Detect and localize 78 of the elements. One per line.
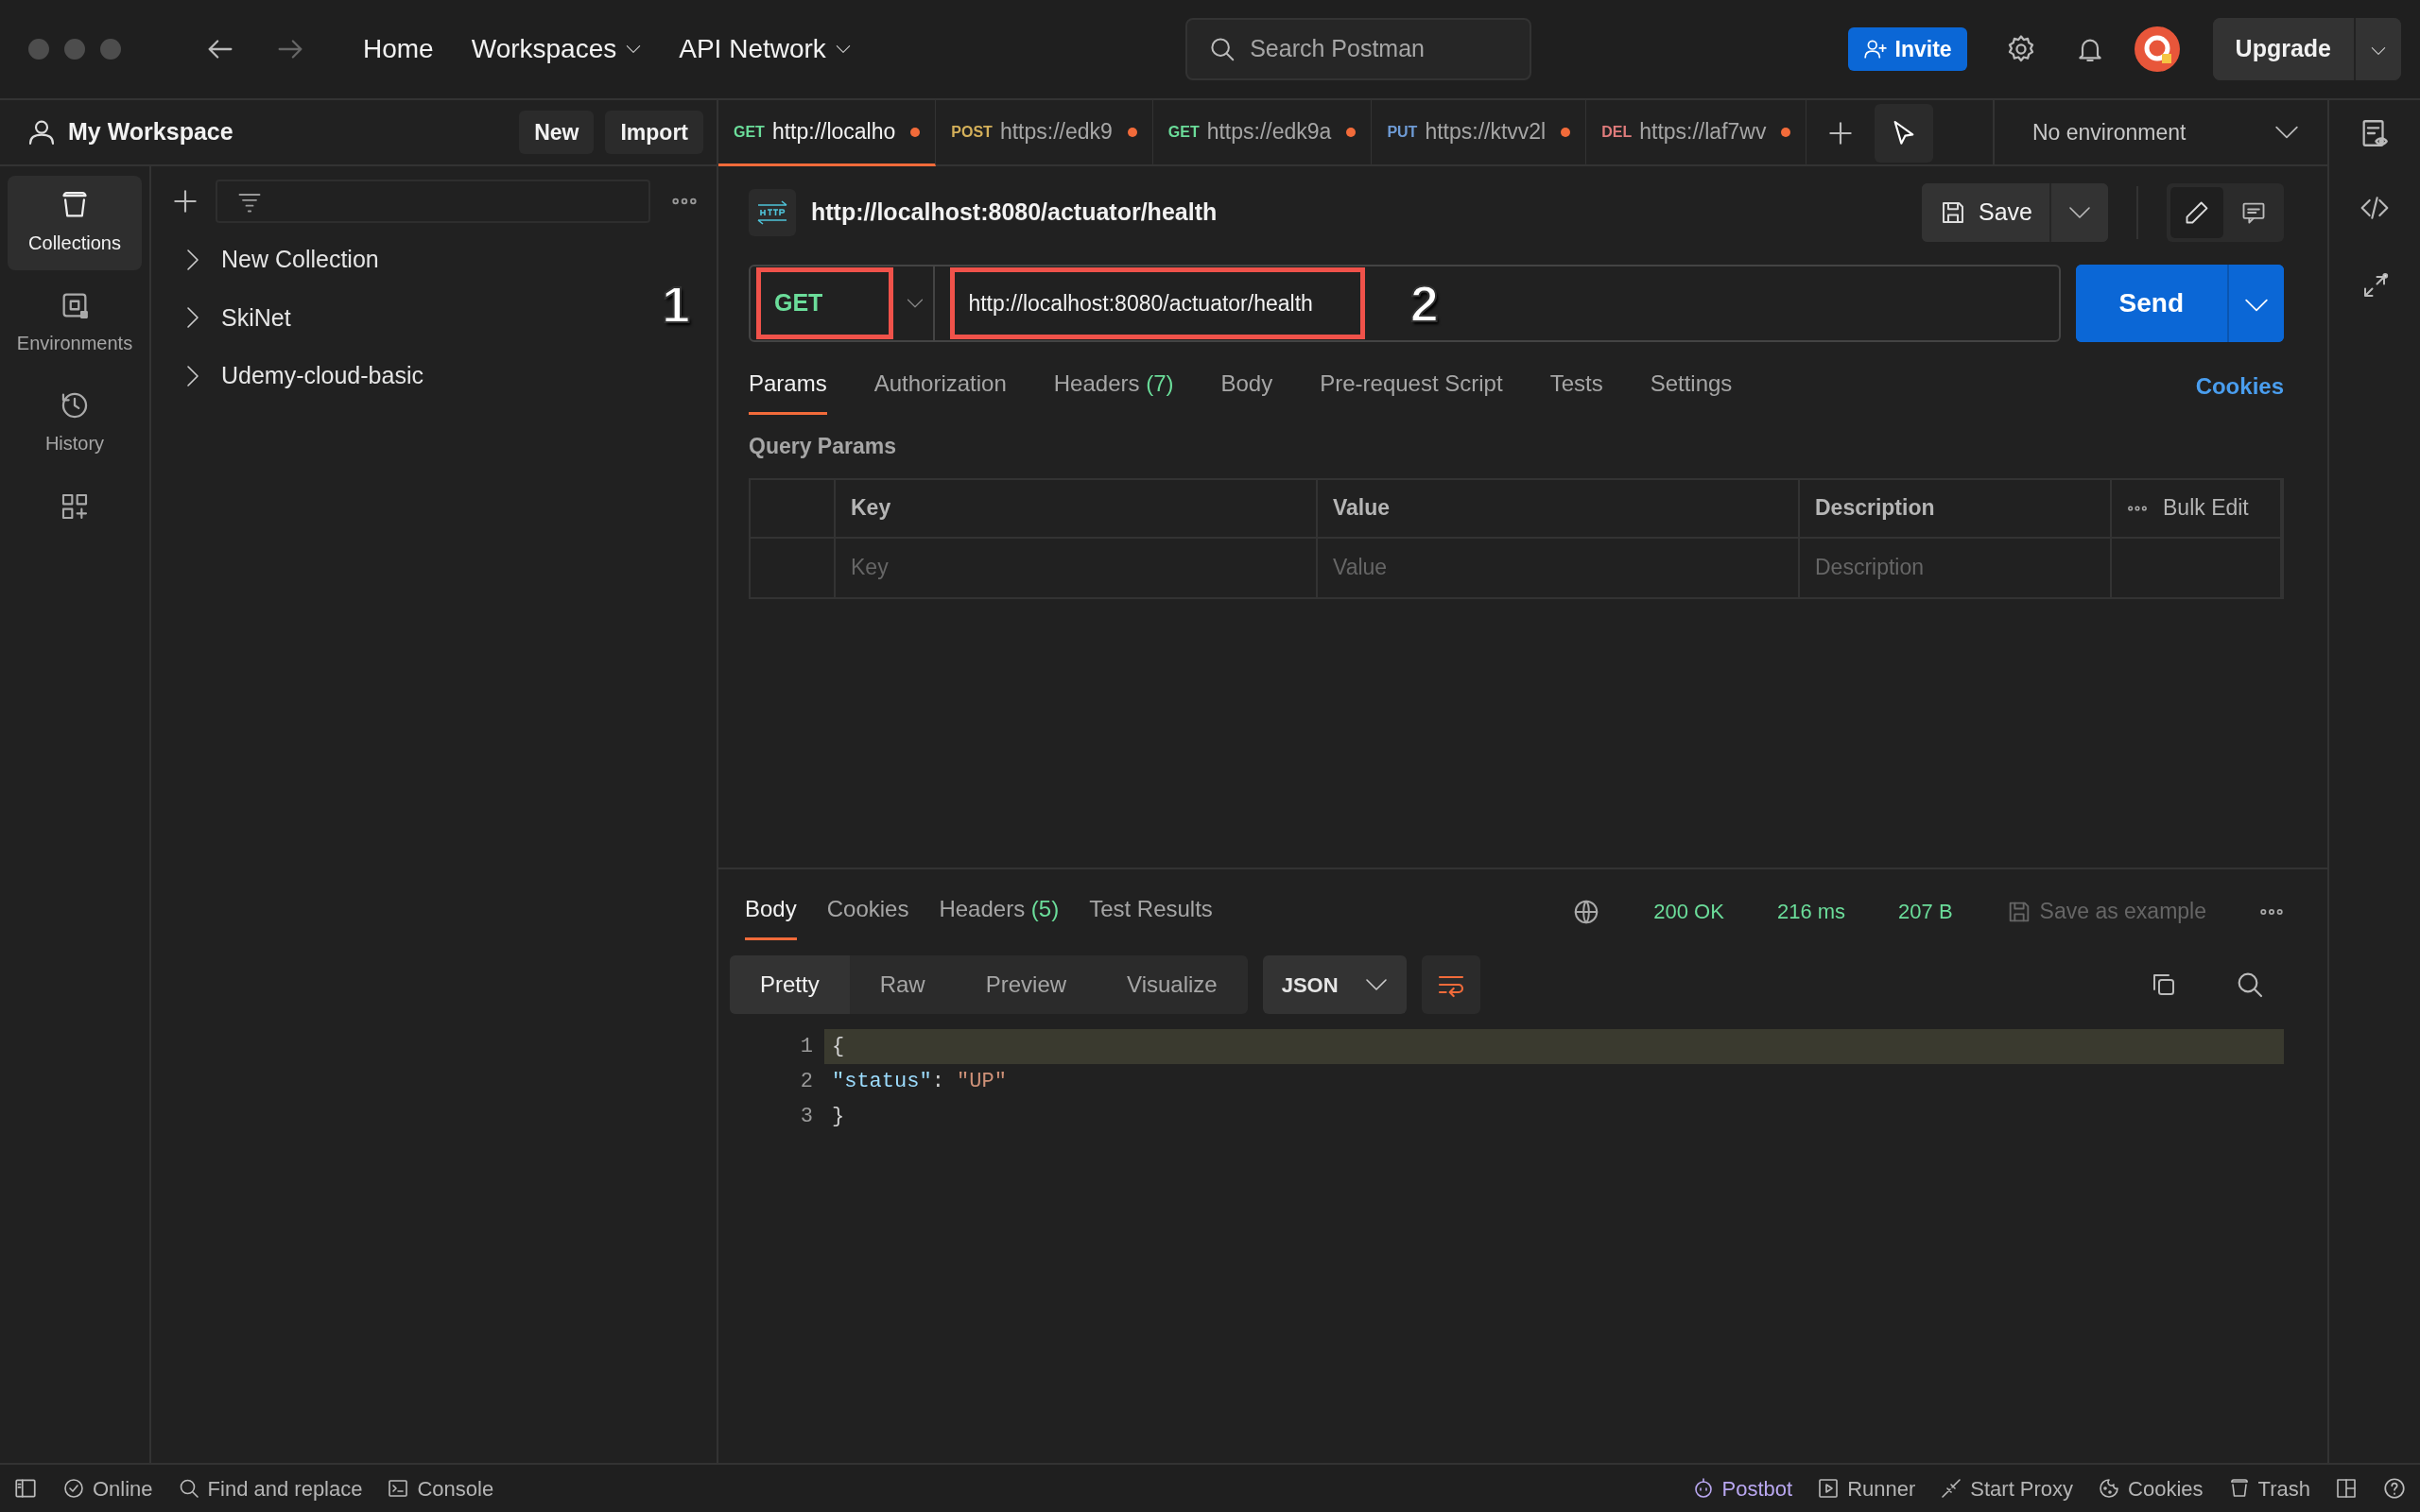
apps-plus-icon[interactable] <box>60 491 90 522</box>
section-tab[interactable]: Tests <box>1549 357 1603 415</box>
collection-item[interactable]: Udemy-cloud-basic <box>170 347 435 405</box>
invite-button[interactable]: Invite <box>1847 27 1967 71</box>
http-icon <box>749 189 796 236</box>
status-bar-item[interactable]: Postbot <box>1691 1472 1793 1504</box>
nav-link[interactable]: Home <box>344 29 453 69</box>
collection-item[interactable]: New Collection <box>170 231 390 289</box>
cookie-icon <box>2098 1477 2121 1500</box>
response-size: 207 B <box>1898 899 1953 925</box>
section-tab[interactable]: Headers (7) <box>1053 357 1174 415</box>
request-tab[interactable]: GET http://localho <box>718 100 937 166</box>
nav-link[interactable]: API Network <box>660 29 870 69</box>
format-tab[interactable]: Pretty <box>730 955 850 1014</box>
request-tab[interactable]: PUT https://ktvv2l <box>1372 100 1587 166</box>
annotation-number: 2 <box>1409 273 1439 334</box>
request-title: http://localhost:8080/actuator/health <box>811 198 1219 228</box>
check-circle-icon <box>62 1477 85 1500</box>
proxy-icon <box>1940 1477 1963 1500</box>
edit-button[interactable] <box>2170 187 2223 238</box>
status-bar-item[interactable]: Online <box>62 1472 153 1504</box>
sidebar-item[interactable]: History <box>8 376 142 471</box>
column-header: Description <box>1800 479 2112 539</box>
request-tab[interactable]: GET https://edk9a <box>1152 100 1373 166</box>
bulk-edit-link[interactable]: Bulk Edit <box>2163 491 2249 524</box>
request-tab[interactable]: DEL https://laf7wv <box>1586 100 1807 166</box>
line-number: 2 <box>799 1069 814 1095</box>
new-button[interactable]: New <box>519 111 595 154</box>
section-tab[interactable]: Body <box>1220 357 1273 415</box>
request-tab[interactable]: POST https://edk9 <box>936 100 1153 166</box>
environment-dropdown[interactable]: No environment <box>1993 100 2327 164</box>
language-dropdown[interactable]: JSON <box>1262 955 1407 1014</box>
sidebar-item[interactable]: Environments <box>8 276 142 370</box>
status-bar-item[interactable]: Runner <box>1817 1472 1916 1504</box>
section-tab[interactable]: Headers (5) <box>939 883 1060 940</box>
collection-item[interactable]: SkiNet <box>170 288 302 347</box>
play-icon <box>1817 1477 1841 1500</box>
avatar-icon[interactable] <box>2133 26 2181 73</box>
help-icon[interactable] <box>2382 1476 2407 1501</box>
section-tab[interactable]: Test Results <box>1089 883 1213 940</box>
section-tab[interactable]: Pre-request Script <box>1320 357 1503 415</box>
workspace-title: My Workspace <box>68 117 234 147</box>
sidebar-item[interactable]: Collections <box>8 176 142 270</box>
response-time: 216 ms <box>1776 899 1846 925</box>
code-line: } <box>831 1104 846 1130</box>
section-tab[interactable]: Authorization <box>873 357 1007 415</box>
terminal-icon <box>387 1477 410 1500</box>
status-code: 200 OK <box>1653 899 1724 925</box>
filter-field[interactable] <box>216 180 650 223</box>
annotation-number: 1 <box>662 275 691 335</box>
pencil-icon <box>2184 199 2210 226</box>
format-tab[interactable]: Preview <box>955 955 1098 1014</box>
sidebar-toggle-icon[interactable] <box>13 1476 38 1501</box>
status-bar-item[interactable]: Console <box>387 1472 494 1504</box>
cookies-link[interactable]: Cookies <box>2195 369 2284 404</box>
url-field[interactable]: http://localhost:8080/actuator/health <box>950 266 1365 340</box>
search-field[interactable]: Search Postman <box>1185 18 1532 80</box>
import-button[interactable]: Import <box>605 111 703 154</box>
format-tab[interactable]: Visualize <box>1097 955 1248 1014</box>
cursor-button[interactable] <box>1875 104 1934 163</box>
line-number: 3 <box>799 1104 814 1130</box>
section-tab[interactable]: Cookies <box>826 883 909 940</box>
nav-link[interactable]: Workspaces <box>452 29 661 69</box>
section-tab[interactable]: Settings <box>1650 357 1733 415</box>
format-tab[interactable]: Raw <box>849 955 956 1014</box>
column-header: Value <box>1318 479 1800 539</box>
layout-icon[interactable] <box>2335 1477 2358 1500</box>
section-heading: Query Params <box>749 433 897 460</box>
section-tab[interactable]: Body <box>745 883 797 940</box>
wrap-lines-button[interactable] <box>1421 955 1480 1014</box>
status-bar-item[interactable]: Find and replace <box>177 1472 363 1504</box>
code-line: "status": "UP" <box>831 1069 1008 1095</box>
status-bar-item[interactable]: Start Proxy <box>1940 1472 2074 1504</box>
column-header: Key <box>836 479 1318 539</box>
line-number: 1 <box>799 1034 814 1060</box>
status-bar-item[interactable]: Trash <box>2227 1472 2310 1504</box>
section-tab[interactable]: Params <box>749 357 827 415</box>
status-bar-item[interactable]: Cookies <box>2098 1472 2204 1504</box>
